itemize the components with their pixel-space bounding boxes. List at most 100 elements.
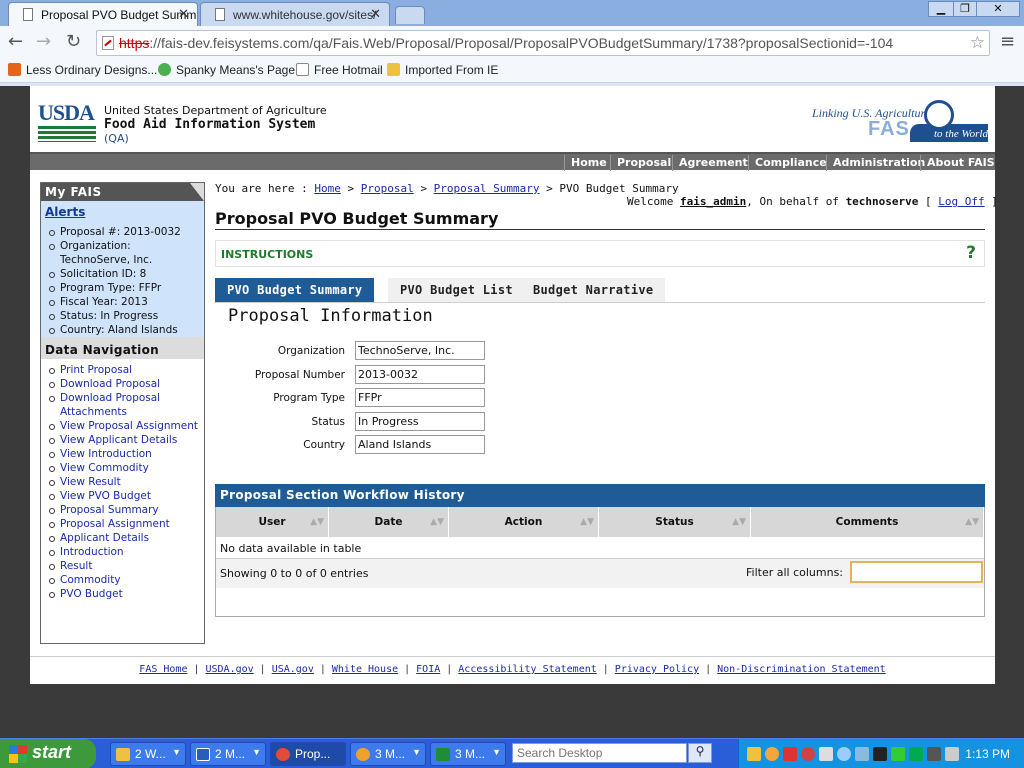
column-label: Action <box>504 516 543 528</box>
nav-link-view-proposal-assignment[interactable]: View Proposal Assignment <box>47 419 202 433</box>
nav-link-introduction[interactable]: Introduction <box>47 545 202 559</box>
nav-link-download-attachments[interactable]: Download Proposal Attachments <box>47 391 202 419</box>
shield-icon[interactable] <box>927 747 941 761</box>
app-icon[interactable] <box>873 747 887 761</box>
folder-icon <box>116 748 130 761</box>
desktop-search-input[interactable] <box>512 743 687 763</box>
tab-pvo-budget-summary[interactable]: PVO Budget Summary <box>215 278 375 302</box>
close-tab-icon[interactable]: ✕ <box>178 6 189 22</box>
nav-link-view-applicant-details[interactable]: View Applicant Details <box>47 433 202 447</box>
update-icon[interactable] <box>855 747 869 761</box>
restore-icon[interactable]: ❐ <box>953 1 977 17</box>
footer-link-privacy[interactable]: Privacy Policy <box>615 664 699 675</box>
nav-administration[interactable]: Administration <box>826 155 931 171</box>
address-bar[interactable]: https://fais-dev.feisystems.com/qa/Fais.… <box>96 30 990 56</box>
forward-icon[interactable]: → <box>36 31 51 52</box>
bookmark-item[interactable]: Less Ordinary Designs... <box>8 63 157 77</box>
bookmark-item[interactable]: Free Hotmail <box>296 63 383 77</box>
program-type-field[interactable]: FFPr <box>355 388 485 407</box>
tab-pvo-budget-list[interactable]: PVO Budget List <box>388 278 525 302</box>
start-label: start <box>32 742 72 762</box>
nav-link-print-proposal[interactable]: Print Proposal <box>47 363 202 377</box>
instructions-bar[interactable]: INSTRUCTIONS ? <box>215 240 985 267</box>
country-field[interactable]: Aland Islands <box>355 435 485 454</box>
antivirus-icon[interactable] <box>783 747 797 761</box>
browser-tab-active[interactable]: Proposal PVO Budget Summa ✕ <box>8 2 198 26</box>
alerts-title[interactable]: Alerts <box>45 205 85 219</box>
footer-link-fas-home[interactable]: FAS Home <box>139 664 187 675</box>
bookmark-star-icon[interactable]: ☆ <box>970 31 985 55</box>
organization-field[interactable]: TechnoServe, Inc. <box>355 341 485 360</box>
nav-link-pvo-budget[interactable]: PVO Budget <box>47 587 202 601</box>
security-icon[interactable] <box>891 747 905 761</box>
close-window-icon[interactable]: ✕ <box>976 1 1020 17</box>
column-header-action[interactable]: Action ▲▼ <box>449 507 599 537</box>
search-tray-icon[interactable] <box>837 747 851 761</box>
search-icon[interactable]: ⚲ <box>688 743 712 763</box>
back-icon[interactable]: ← <box>8 31 23 52</box>
messenger-icon[interactable] <box>765 747 779 761</box>
wireless-icon[interactable] <box>819 747 833 761</box>
nav-home[interactable]: Home <box>564 155 613 171</box>
nav-link-commodity[interactable]: Commodity <box>47 573 202 587</box>
network-icon[interactable] <box>801 747 815 761</box>
bookmark-item[interactable]: Spanky Means's Page <box>158 63 295 77</box>
nav-link-proposal-summary[interactable]: Proposal Summary <box>47 503 202 517</box>
minimize-icon[interactable]: ▁ <box>928 1 954 17</box>
nav-agreement[interactable]: Agreement <box>672 155 754 171</box>
breadcrumb-home[interactable]: Home <box>314 182 341 195</box>
nav-link-download-proposal[interactable]: Download Proposal <box>47 377 202 391</box>
status-field[interactable]: In Progress <box>355 412 485 431</box>
menu-icon[interactable]: ≡ <box>1000 31 1015 52</box>
taskbar-item[interactable]: 2 W... ▼ <box>110 742 186 766</box>
behalf-text: , On behalf of <box>746 195 839 208</box>
taskbar-item[interactable]: 3 M... ▼ <box>350 742 426 766</box>
nav-link-applicant-details[interactable]: Applicant Details <box>47 531 202 545</box>
browser-chrome: Proposal PVO Budget Summa ✕ www.whitehou… <box>0 0 1024 86</box>
footer-link-usa-gov[interactable]: USA.gov <box>272 664 314 675</box>
nav-link-view-pvo-budget[interactable]: View PVO Budget <box>47 489 202 503</box>
clock[interactable]: 1:13 PM <box>965 747 1010 761</box>
nav-link-proposal-assignment[interactable]: Proposal Assignment <box>47 517 202 531</box>
filter-input[interactable] <box>850 561 983 583</box>
footer-link-non-discrimination[interactable]: Non-Discrimination Statement <box>717 664 886 675</box>
bookmark-folder[interactable]: Imported From IE <box>387 63 498 77</box>
mail-icon[interactable] <box>747 747 761 761</box>
alert-item: Program Type: FFPr <box>47 281 202 295</box>
column-header-date[interactable]: Date ▲▼ <box>329 507 449 537</box>
nav-proposal[interactable]: Proposal <box>610 155 677 171</box>
logoff-link[interactable]: Log Off <box>938 195 984 208</box>
taskbar-item[interactable]: 3 M... ▼ <box>430 742 506 766</box>
breadcrumb-proposal[interactable]: Proposal <box>361 182 414 195</box>
nav-link-view-commodity[interactable]: View Commodity <box>47 461 202 475</box>
taskbar-item-active[interactable]: Prop... <box>270 742 346 766</box>
nav-about[interactable]: About FAIS <box>920 155 1001 171</box>
footer-link-foia[interactable]: FOIA <box>416 664 440 675</box>
taskbar-item[interactable]: 2 M... ▼ <box>190 742 266 766</box>
nav-link-view-result[interactable]: View Result <box>47 475 202 489</box>
column-header-user[interactable]: User ▲▼ <box>216 507 329 537</box>
page-icon <box>215 8 225 21</box>
footer-link-usda[interactable]: USDA.gov <box>206 664 254 675</box>
nav-link-view-introduction[interactable]: View Introduction <box>47 447 202 461</box>
footer-link-white-house[interactable]: White House <box>332 664 398 675</box>
breadcrumb-proposal-summary[interactable]: Proposal Summary <box>434 182 540 195</box>
usda-logo[interactable]: USDA <box>38 102 96 142</box>
proposal-number-field[interactable]: 2013-0032 <box>355 365 485 384</box>
reload-icon[interactable]: ↻ <box>66 31 81 52</box>
fas-logo[interactable]: Linking U.S. Agriculture FAS to the Worl… <box>810 100 988 144</box>
close-tab-icon[interactable]: ✕ <box>370 6 381 22</box>
app-icon[interactable] <box>909 747 923 761</box>
nav-link-result[interactable]: Result <box>47 559 202 573</box>
column-header-status[interactable]: Status ▲▼ <box>599 507 751 537</box>
start-button[interactable]: start <box>0 739 96 768</box>
new-tab-button[interactable] <box>395 6 425 24</box>
nav-compliance[interactable]: Compliance <box>748 155 833 171</box>
tab-budget-narrative[interactable]: Budget Narrative <box>521 278 666 302</box>
help-icon[interactable]: ? <box>966 243 976 263</box>
footer-link-accessibility[interactable]: Accessibility Statement <box>458 664 596 675</box>
browser-tab[interactable]: www.whitehouse.gov/sites/ ✕ <box>200 2 390 26</box>
volume-icon[interactable] <box>945 747 959 761</box>
column-header-comments[interactable]: Comments ▲▼ <box>751 507 984 537</box>
user-link[interactable]: fais_admin <box>680 195 746 208</box>
